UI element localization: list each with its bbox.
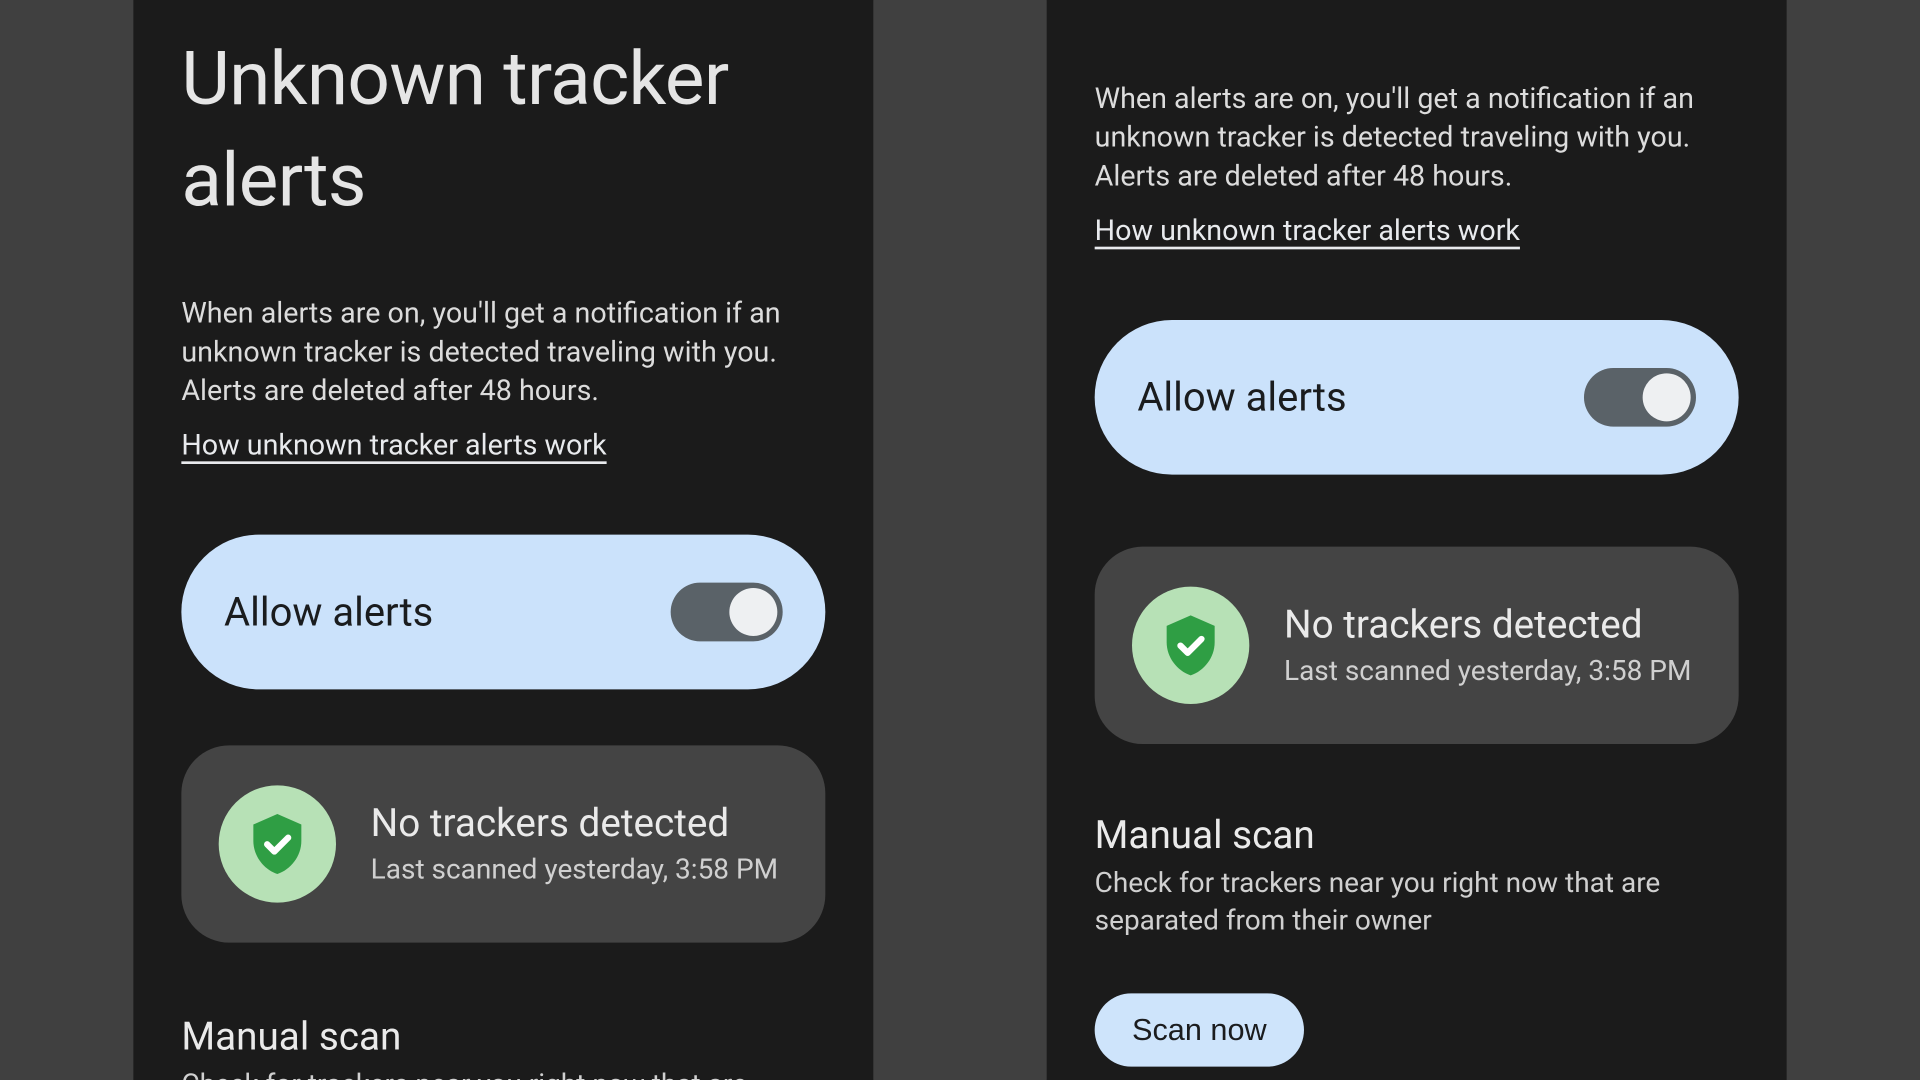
allow-alerts-label: Allow alerts	[1137, 374, 1346, 421]
manual-scan-description: Check for trackers near you right now th…	[181, 1068, 825, 1080]
allow-alerts-toggle[interactable]	[1584, 368, 1696, 427]
phone-screen-right: When alerts are on, you'll get a notific…	[1047, 0, 1787, 1080]
allow-alerts-label: Allow alerts	[224, 589, 433, 636]
scan-now-button[interactable]: Scan now	[1095, 994, 1304, 1067]
how-it-works-link[interactable]: How unknown tracker alerts work	[1095, 215, 1520, 248]
status-title: No trackers detected	[1284, 603, 1691, 648]
allow-alerts-toggle[interactable]	[671, 583, 783, 642]
manual-scan-heading: Manual scan	[181, 1015, 825, 1060]
page-title: Unknown tracker alerts	[181, 29, 825, 231]
toggle-thumb	[1643, 373, 1691, 421]
status-text: No trackers detected Last scanned yester…	[1284, 603, 1691, 688]
comparison-stage: Unknown tracker alerts When alerts are o…	[0, 0, 1920, 1080]
status-subtitle: Last scanned yesterday, 3:58 PM	[1284, 656, 1691, 688]
status-card: No trackers detected Last scanned yester…	[181, 746, 825, 943]
manual-scan-heading: Manual scan	[1095, 813, 1739, 858]
status-title: No trackers detected	[371, 802, 778, 847]
allow-alerts-card[interactable]: Allow alerts	[1095, 320, 1739, 475]
status-subtitle: Last scanned yesterday, 3:58 PM	[371, 855, 778, 887]
shield-check-icon	[219, 786, 336, 903]
allow-alerts-card[interactable]: Allow alerts	[181, 535, 825, 690]
toggle-thumb	[729, 588, 777, 636]
status-text: No trackers detected Last scanned yester…	[371, 802, 778, 887]
shield-check-icon	[1132, 587, 1249, 704]
manual-scan-description: Check for trackers near you right now th…	[1095, 867, 1739, 941]
description-text: When alerts are on, you'll get a notific…	[1095, 80, 1739, 196]
phone-screen-left: Unknown tracker alerts When alerts are o…	[133, 0, 873, 1080]
description-text: When alerts are on, you'll get a notific…	[181, 295, 825, 411]
status-card: No trackers detected Last scanned yester…	[1095, 547, 1739, 744]
how-it-works-link[interactable]: How unknown tracker alerts work	[181, 430, 606, 463]
